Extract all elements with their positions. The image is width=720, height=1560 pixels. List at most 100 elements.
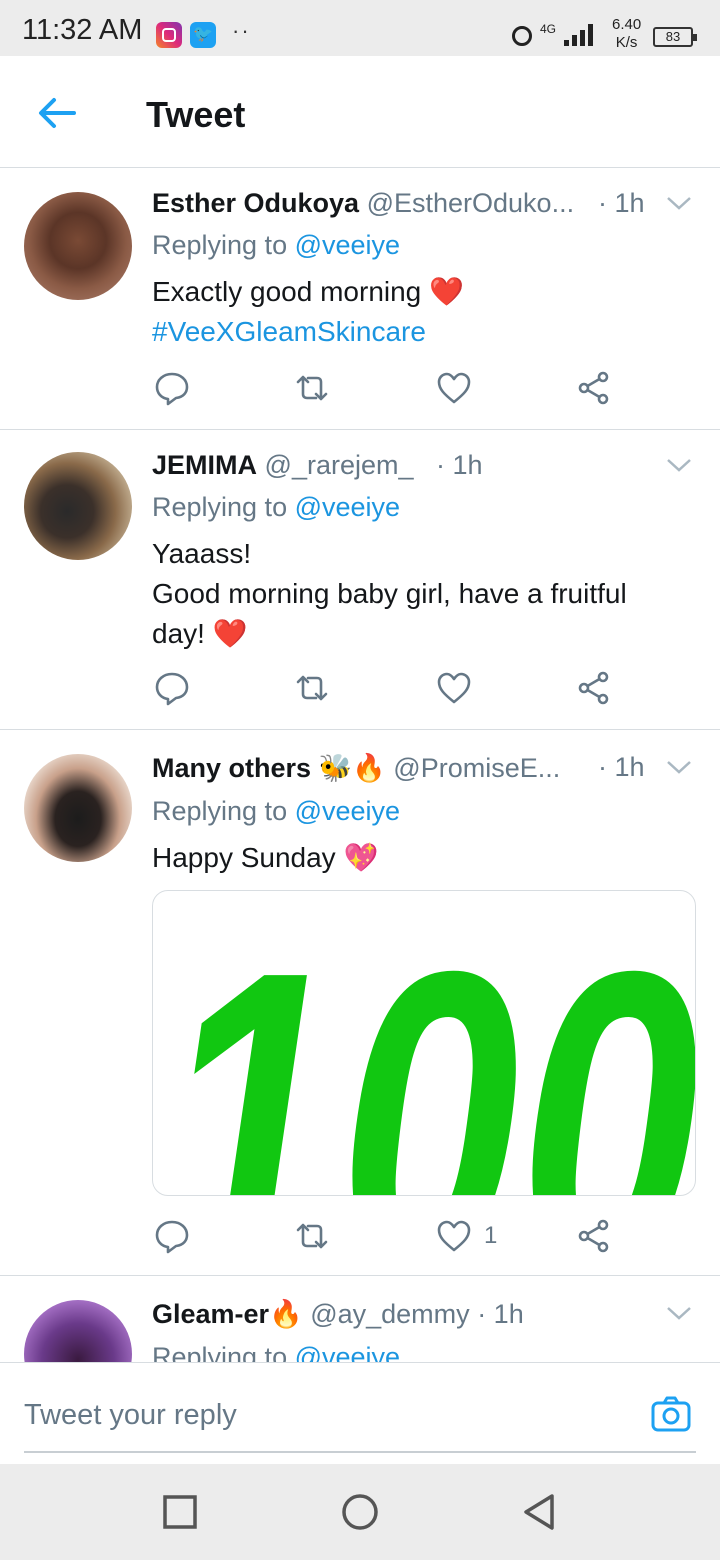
- tweet-text: Yaaass! Good morning baby girl, have a f…: [152, 534, 670, 654]
- chevron-down-icon[interactable]: [666, 758, 692, 776]
- like-button[interactable]: 1: [436, 1216, 497, 1256]
- reply-button[interactable]: [154, 1216, 190, 1256]
- retweet-icon: [296, 375, 328, 401]
- mention-link[interactable]: @veeiye: [295, 492, 400, 522]
- author-handle[interactable]: @_rarejem_: [265, 450, 414, 480]
- tweet-item[interactable]: Many others 🐝🔥 @PromiseE... · 1h Replyin…: [0, 730, 720, 1276]
- media-text: 100: [159, 891, 696, 1196]
- heart-icon: [437, 1220, 471, 1252]
- replying-to: Replying to @veeiye: [152, 492, 400, 523]
- top-app-bar: Tweet: [0, 56, 720, 168]
- author-handle[interactable]: @ay_demmy: [310, 1299, 469, 1329]
- like-button[interactable]: [436, 668, 472, 708]
- system-nav-bar: [0, 1464, 720, 1560]
- signal-icon: [564, 24, 598, 46]
- tweet-text: Exactly good morning ❤️ #VeeXGleamSkinca…: [152, 272, 672, 352]
- alarm-icon: [512, 26, 532, 46]
- avatar[interactable]: [24, 1300, 132, 1362]
- status-bar: 11:32 AM 🐦 ·· 4G 6.40 K/s 83: [0, 0, 720, 56]
- tweet-actions: [152, 668, 622, 708]
- tweet-time: · 1h: [598, 752, 645, 782]
- tweet-header: JEMIMA @_rarejem_ · 1h: [152, 450, 700, 490]
- recents-square-icon[interactable]: [160, 1492, 200, 1532]
- tweet-header: Many others 🐝🔥 @PromiseE... · 1h: [152, 752, 700, 792]
- retweet-icon: [296, 1223, 328, 1249]
- tweet-time: · 1h: [436, 450, 483, 480]
- replying-to: Replying to @veeiye: [152, 230, 400, 261]
- chevron-down-icon[interactable]: [666, 456, 692, 474]
- tweet-actions: 1: [152, 1216, 622, 1256]
- tweet-header: Esther Odukoya @EstherOduko... · 1h: [152, 188, 700, 228]
- status-time: 11:32 AM: [22, 14, 143, 46]
- twitter-icon: 🐦: [190, 22, 216, 48]
- tweet-body-line: Yaaass!: [152, 538, 252, 569]
- instagram-icon: [156, 22, 182, 48]
- like-count: 1: [484, 1222, 498, 1249]
- chevron-down-icon[interactable]: [666, 194, 692, 212]
- tweet-item[interactable]: Gleam-er🔥 @ay_demmy · 1h Replying to @ve…: [0, 1276, 720, 1362]
- retweet-button[interactable]: [294, 1216, 330, 1256]
- tweet-actions: [152, 368, 622, 408]
- replying-to: Replying to @veeiye: [152, 796, 400, 827]
- tweet-item[interactable]: JEMIMA @_rarejem_ · 1h Replying to @veei…: [0, 430, 720, 730]
- reply-button[interactable]: [154, 368, 190, 408]
- share-icon: [578, 371, 609, 405]
- reply-icon: [155, 1220, 189, 1254]
- speed-value: 6.40: [612, 16, 642, 33]
- home-circle-icon[interactable]: [340, 1492, 380, 1532]
- speed-unit: K/s: [615, 34, 638, 51]
- avatar[interactable]: [24, 452, 132, 560]
- avatar[interactable]: [24, 192, 132, 300]
- arrow-left-icon[interactable]: [36, 92, 78, 134]
- author-name[interactable]: Gleam-er🔥: [152, 1299, 303, 1329]
- heart-icon: [437, 672, 471, 704]
- like-button[interactable]: [436, 368, 472, 408]
- reply-input[interactable]: Tweet your reply: [24, 1363, 696, 1453]
- replying-prefix: Replying to: [152, 492, 288, 522]
- hashtag-link[interactable]: #VeeXGleamSkincare: [152, 312, 672, 352]
- tweet-body: Happy Sunday 💖: [152, 842, 379, 873]
- mention-link[interactable]: @veeiye: [295, 1342, 400, 1362]
- back-triangle-icon[interactable]: [520, 1492, 560, 1532]
- share-button[interactable]: [576, 1216, 612, 1256]
- replying-prefix: Replying to: [152, 230, 288, 260]
- author-name[interactable]: Esther Odukoya: [152, 188, 359, 218]
- author-name[interactable]: JEMIMA: [152, 450, 257, 480]
- tweet-body-line: Good morning baby girl, have a fruitful …: [152, 578, 627, 649]
- author-name[interactable]: Many others 🐝🔥: [152, 753, 386, 783]
- tweet-text: Happy Sunday 💖: [152, 838, 672, 878]
- reply-button[interactable]: [154, 668, 190, 708]
- retweet-button[interactable]: [294, 668, 330, 708]
- network-type: 4G: [540, 22, 557, 36]
- hundred-points-image: 100: [159, 891, 696, 1196]
- media-image[interactable]: 100: [152, 890, 696, 1196]
- reply-composer: Tweet your reply: [0, 1362, 720, 1464]
- tweet-body: Exactly good morning ❤️: [152, 276, 464, 307]
- share-button[interactable]: [576, 368, 612, 408]
- mention-link[interactable]: @veeiye: [295, 230, 400, 260]
- tweet-item[interactable]: Esther Odukoya @EstherOduko... · 1h Repl…: [0, 168, 720, 430]
- share-icon: [578, 671, 609, 705]
- tweet-time: · 1h: [598, 188, 645, 218]
- replying-prefix: Replying to: [152, 1342, 288, 1362]
- battery-icon: 83: [653, 27, 697, 47]
- reply-icon: [155, 372, 189, 406]
- heart-icon: [437, 372, 471, 404]
- camera-icon[interactable]: [650, 1393, 692, 1435]
- reply-icon: [155, 672, 189, 706]
- share-button[interactable]: [576, 668, 612, 708]
- tweet-time: · 1h: [477, 1299, 524, 1329]
- mention-link[interactable]: @veeiye: [295, 796, 400, 826]
- retweet-button[interactable]: [294, 368, 330, 408]
- network-speed: 6.40 K/s: [612, 16, 641, 52]
- avatar[interactable]: [24, 754, 132, 862]
- more-notifications-icon: ··: [232, 18, 251, 43]
- chevron-down-icon[interactable]: [666, 1304, 692, 1322]
- author-handle[interactable]: @EstherOduko...: [367, 188, 575, 218]
- replying-to: Replying to @veeiye: [152, 1342, 400, 1362]
- replying-prefix: Replying to: [152, 796, 288, 826]
- page-title: Tweet: [146, 94, 246, 135]
- share-icon: [578, 1219, 609, 1253]
- tweet-header: Gleam-er🔥 @ay_demmy · 1h: [152, 1298, 700, 1338]
- author-handle[interactable]: @PromiseE...: [393, 753, 560, 783]
